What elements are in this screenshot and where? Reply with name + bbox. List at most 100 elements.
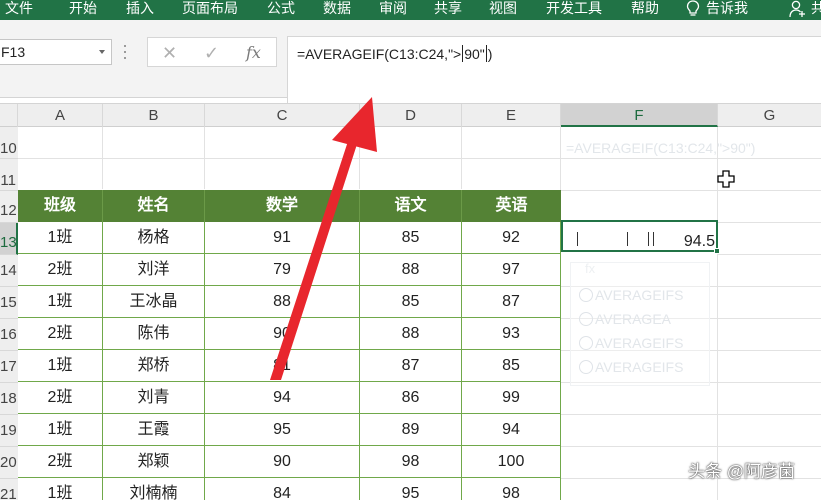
row-header-21[interactable]: 21 [0,479,18,500]
table-cell[interactable]: 92 [462,222,561,254]
table-cell[interactable]: 刘青 [103,382,205,414]
table-cell[interactable]: 94 [205,382,360,414]
tab-review[interactable]: 审阅 [379,0,407,20]
table-cell[interactable]: 87 [462,286,561,318]
table-cell[interactable]: 97 [462,254,561,286]
account-button[interactable]: 共 [789,0,821,20]
table-cell[interactable]: 98 [462,478,561,500]
row-header-13[interactable]: 13 [0,223,18,255]
table-cell[interactable]: 99 [462,382,561,414]
column-header-f[interactable]: F [561,104,718,127]
table-cell[interactable]: 1班 [18,414,103,446]
fill-handle[interactable] [714,248,720,254]
table-cell[interactable]: 88 [205,286,360,318]
row-header-11[interactable]: 11 [0,159,18,191]
table-cell[interactable]: 刘洋 [103,254,205,286]
table-cell[interactable]: 郑颖 [103,446,205,478]
tab-insert[interactable]: 插入 [126,0,154,20]
formula-text-before-caret: =AVERAGEIF(C13:C24,"> [297,46,462,62]
row-header-15[interactable]: 15 [0,287,18,319]
table-cell[interactable]: 郑桥 [103,350,205,382]
enter-button[interactable]: ✓ [204,43,219,63]
active-cell-f13[interactable]: 94.5 [561,220,718,252]
column-header-g[interactable]: G [718,104,821,127]
table-cell[interactable]: 85 [360,286,462,318]
select-all-corner[interactable] [0,104,18,127]
header-name[interactable]: 姓名 [103,190,205,222]
table-cell[interactable]: 1班 [18,222,103,254]
row-header-14[interactable]: 14 [0,255,18,287]
header-english[interactable]: 英语 [462,190,561,222]
column-header-c[interactable]: C [205,104,360,127]
function-icon [579,336,593,350]
tab-formulas[interactable]: 公式 [267,0,295,20]
column-header-d[interactable]: D [360,104,462,127]
table-cell[interactable]: 85 [462,350,561,382]
tab-view[interactable]: 视图 [489,0,517,20]
column-header-b[interactable]: B [103,104,205,127]
table-cell[interactable]: 1班 [18,478,103,500]
table-cell[interactable]: 94 [462,414,561,446]
table-cell[interactable]: 王霞 [103,414,205,446]
table-cell[interactable]: 79 [205,254,360,286]
ribbon-tab-bar: 文件 开始 插入 页面布局 公式 数据 审阅 共享 视图 开发工具 帮助 告诉我… [0,0,821,20]
table-cell[interactable]: 杨格 [103,222,205,254]
table-cell[interactable]: 86 [360,382,462,414]
table-cell[interactable]: 2班 [18,318,103,350]
table-cell[interactable]: 88 [360,254,462,286]
table-cell[interactable]: 85 [360,222,462,254]
table-cell[interactable]: 王冰晶 [103,286,205,318]
table-cell[interactable]: 95 [360,478,462,500]
table-cell[interactable]: 98 [360,446,462,478]
table-cell[interactable]: 2班 [18,382,103,414]
tab-developer[interactable]: 开发工具 [546,0,602,20]
table-cell[interactable]: 87 [360,350,462,382]
table-cell[interactable]: 91 [205,222,360,254]
formula-buttons: ✕ ✓ fx [147,37,277,67]
row-header-16[interactable]: 16 [0,319,18,351]
table-cell[interactable]: 90 [205,318,360,350]
tab-help[interactable]: 帮助 [631,0,659,20]
tab-file[interactable]: 文件 [5,0,33,20]
name-box[interactable]: F13 [0,39,112,65]
table-cell[interactable]: 95 [205,414,360,446]
table-cell[interactable]: 90 [205,446,360,478]
row-header-19[interactable]: 19 [0,415,18,447]
list-item: AVERAGEIFS [579,359,683,375]
ghost-formula-text: =AVERAGEIF(C13:C24,">90") [566,140,756,156]
header-class[interactable]: 班级 [18,190,103,222]
cancel-button[interactable]: ✕ [162,43,177,63]
table-cell[interactable]: 2班 [18,446,103,478]
table-cell[interactable]: 陈伟 [103,318,205,350]
tab-home[interactable]: 开始 [69,0,97,20]
table-cell[interactable]: 刘楠楠 [103,478,205,500]
column-headers: A B C D E F G [0,103,821,127]
row-header-12[interactable]: 12 [0,191,18,223]
column-header-e[interactable]: E [462,104,561,127]
table-cell[interactable]: 93 [462,318,561,350]
tab-share[interactable]: 共享 [434,0,462,20]
table-cell[interactable]: 1班 [18,286,103,318]
table-cell[interactable]: 1班 [18,350,103,382]
table-cell[interactable]: 84 [205,478,360,500]
resize-handle[interactable] [122,45,128,59]
tab-data[interactable]: 数据 [323,0,351,20]
header-math[interactable]: 数学 [205,190,360,222]
tab-page-layout[interactable]: 页面布局 [182,0,238,20]
row-header-17[interactable]: 17 [0,351,18,383]
table-cell[interactable]: 88 [360,318,462,350]
row-header-10[interactable]: 10 [0,127,18,159]
table-cell[interactable]: 81 [205,350,360,382]
table-cell[interactable]: 2班 [18,254,103,286]
header-chinese[interactable]: 语文 [360,190,462,222]
row-header-18[interactable]: 18 [0,383,18,415]
formula-input[interactable]: =AVERAGEIF(C13:C24,"> 90") [287,36,821,110]
tell-me-button[interactable]: 告诉我 [686,0,748,20]
table-cell[interactable]: 100 [462,446,561,478]
insert-function-button[interactable]: fx [246,43,261,63]
column-header-a[interactable]: A [18,104,103,127]
name-box-value: F13 [1,44,26,60]
chevron-down-icon[interactable] [99,50,105,54]
table-cell[interactable]: 89 [360,414,462,446]
row-header-20[interactable]: 20 [0,447,18,479]
